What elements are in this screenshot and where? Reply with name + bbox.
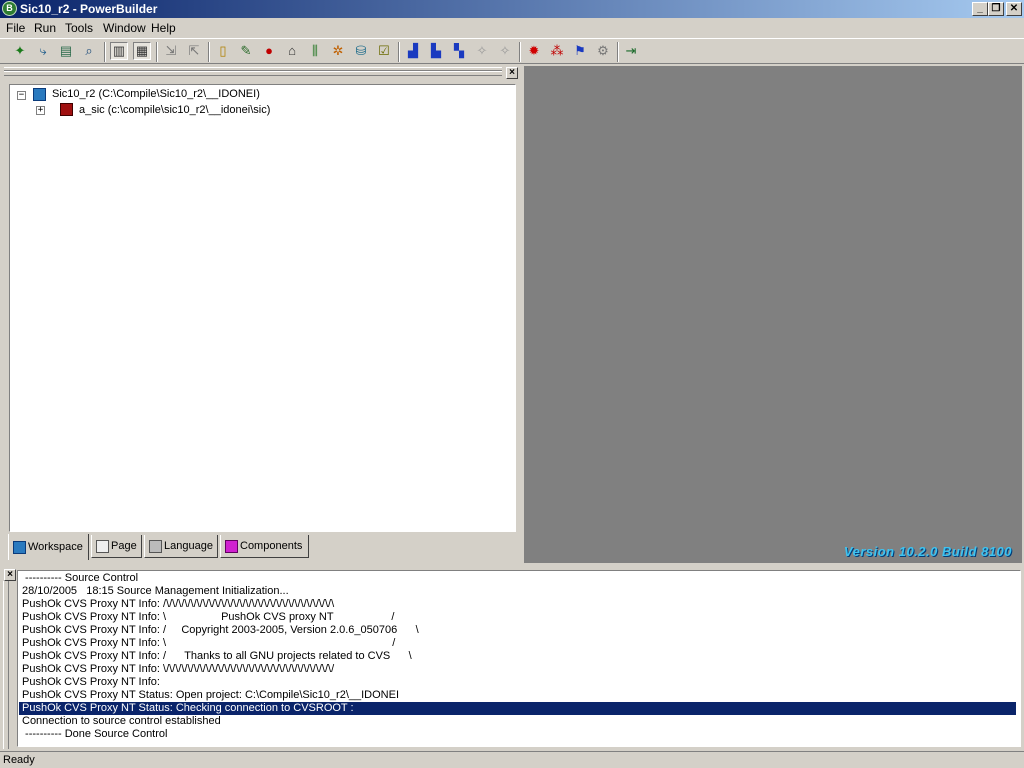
skip-build-icon[interactable]: ✧ bbox=[496, 42, 514, 60]
output-line[interactable]: PushOk CVS Proxy NT Info: \/\/\/\/\/\/\/… bbox=[22, 663, 1016, 676]
output-line[interactable]: PushOk CVS Proxy NT Info: /\/\/\/\/\/\/\… bbox=[22, 598, 1016, 611]
output-line[interactable]: PushOk CVS Proxy NT Info: / Copyright 20… bbox=[22, 624, 1016, 637]
toolbar-separator bbox=[208, 42, 210, 62]
system-tree-icon[interactable]: ▥ bbox=[110, 42, 128, 60]
run-icon[interactable]: ● bbox=[260, 42, 278, 60]
options-icon[interactable]: ⚙ bbox=[594, 42, 612, 60]
toolbar: ✦ ⤷ ▤ ⌕ ▥ ▦ ⇲ ⇱ ▯ ✎ ● ⌂ ⫼ ✲ ⛁ ☑ ▟ ▙ ▚ ✧ … bbox=[0, 38, 1024, 64]
menu-window[interactable]: Window bbox=[103, 21, 146, 35]
output-line[interactable]: ---------- Done Source Control bbox=[22, 728, 1016, 741]
deploy-icon[interactable]: ⛁ bbox=[352, 42, 370, 60]
toolbar-separator bbox=[398, 42, 400, 62]
output-line[interactable]: 28/10/2005 18:15 Source Management Initi… bbox=[22, 585, 1016, 598]
workspace-close-icon[interactable]: × bbox=[506, 67, 518, 79]
tab-workspace[interactable]: Workspace bbox=[8, 534, 89, 560]
library-painter-icon[interactable]: ▯ bbox=[214, 42, 232, 60]
output-view-icon[interactable]: ▦ bbox=[133, 42, 151, 60]
new-icon[interactable]: ✦ bbox=[11, 42, 29, 60]
output-line-selected[interactable]: PushOk CVS Proxy NT Status: Checking con… bbox=[19, 702, 1016, 715]
tab-workspace-label: Workspace bbox=[28, 541, 83, 553]
tree-target-label[interactable]: a_sic (c:\compile\sic10_r2\__idonei\sic) bbox=[79, 104, 270, 116]
menu-bar: File Run Tools Window Help bbox=[0, 19, 1024, 37]
tab-components[interactable]: Components bbox=[220, 535, 309, 558]
powerbuilder-icon[interactable]: B bbox=[2, 1, 17, 16]
output-line[interactable]: PushOk CVS Proxy NT Info: bbox=[22, 676, 1016, 689]
target-icon bbox=[60, 103, 73, 116]
open-icon[interactable]: ▤ bbox=[57, 42, 75, 60]
menu-help[interactable]: Help bbox=[151, 21, 176, 35]
debug-icon[interactable]: ✲ bbox=[329, 42, 347, 60]
workspace-icon bbox=[13, 540, 26, 554]
system-tree[interactable]: − Sic10_r2 (C:\Compile\Sic10_r2\__IDONEI… bbox=[9, 84, 516, 532]
output-line[interactable]: Connection to source control established bbox=[22, 715, 1016, 728]
status-text: Ready bbox=[3, 754, 35, 766]
todo-list-icon[interactable]: ☑ bbox=[375, 42, 393, 60]
incremental-build-icon[interactable]: ▚ bbox=[450, 42, 468, 60]
check-out-icon[interactable]: ⇱ bbox=[185, 42, 203, 60]
workspace-panel-grip[interactable] bbox=[4, 67, 502, 76]
close-button[interactable]: ✕ bbox=[1006, 2, 1022, 16]
output-line[interactable]: PushOk CVS Proxy NT Info: \ PushOk CVS p… bbox=[22, 611, 1016, 624]
full-build-icon[interactable]: ✧ bbox=[473, 42, 491, 60]
version-banner: Version 10.2.0 Build 8100 bbox=[843, 544, 1012, 559]
output-line[interactable]: PushOk CVS Proxy NT Info: / Thanks to al… bbox=[22, 650, 1016, 663]
title-bar[interactable]: B Sic10_r2 - PowerBuilder _ ❐ ✕ bbox=[0, 0, 1024, 18]
tree-root-label[interactable]: Sic10_r2 (C:\Compile\Sic10_r2\__IDONEI) bbox=[52, 88, 260, 100]
tab-page-label: Page bbox=[111, 540, 137, 552]
tab-page[interactable]: Page bbox=[91, 535, 142, 558]
toolbar-separator bbox=[617, 42, 619, 62]
output-close-icon[interactable]: × bbox=[4, 569, 16, 581]
minimize-button[interactable]: _ bbox=[972, 2, 988, 16]
page-icon bbox=[96, 539, 109, 553]
db-profile-icon[interactable]: ⫼ bbox=[306, 42, 324, 60]
build-workspace-icon[interactable]: ▟ bbox=[404, 42, 422, 60]
menu-file[interactable]: File bbox=[6, 21, 25, 35]
toolbar-separator bbox=[104, 42, 106, 62]
window-title: Sic10_r2 - PowerBuilder bbox=[20, 2, 158, 16]
tab-language-label: Language bbox=[164, 540, 213, 552]
output-line[interactable]: ---------- Source Control bbox=[22, 572, 1016, 585]
status-bar: Ready bbox=[0, 751, 1024, 768]
output-line[interactable]: PushOk CVS Proxy NT Status: Open project… bbox=[22, 689, 1016, 702]
menu-run[interactable]: Run bbox=[34, 21, 56, 35]
run-project-icon[interactable]: ⚑ bbox=[571, 42, 589, 60]
tree-collapse-icon[interactable]: − bbox=[17, 91, 26, 100]
output-window[interactable]: ---------- Source Control 28/10/2005 18:… bbox=[17, 570, 1021, 747]
database-icon[interactable]: ⌂ bbox=[283, 42, 301, 60]
tab-components-label: Components bbox=[240, 540, 303, 552]
deploy-workspace-icon[interactable]: ▙ bbox=[427, 42, 445, 60]
components-icon bbox=[225, 539, 238, 553]
toolbar-separator bbox=[519, 42, 521, 62]
output-line[interactable]: PushOk CVS Proxy NT Info: \ / bbox=[22, 637, 1016, 650]
workspace-icon bbox=[33, 88, 46, 101]
check-in-icon[interactable]: ⇲ bbox=[162, 42, 180, 60]
browser-icon[interactable]: ⌕ bbox=[80, 42, 98, 60]
language-icon bbox=[149, 539, 162, 553]
inherit-icon[interactable]: ⤷ bbox=[34, 42, 52, 60]
output-panel-grip[interactable] bbox=[3, 581, 9, 749]
menu-tools[interactable]: Tools bbox=[65, 21, 93, 35]
toolbar-separator bbox=[156, 42, 158, 62]
stop-icon[interactable]: ✹ bbox=[525, 42, 543, 60]
edit-source-icon[interactable]: ✎ bbox=[237, 42, 255, 60]
mdi-client-area[interactable]: Version 10.2.0 Build 8100 bbox=[524, 66, 1022, 563]
tab-language[interactable]: Language bbox=[144, 535, 218, 558]
tree-expand-icon[interactable]: + bbox=[36, 106, 45, 115]
exit-icon[interactable]: ⇥ bbox=[622, 42, 640, 60]
select-debug-icon[interactable]: ⁂ bbox=[548, 42, 566, 60]
restore-button[interactable]: ❐ bbox=[988, 2, 1004, 16]
